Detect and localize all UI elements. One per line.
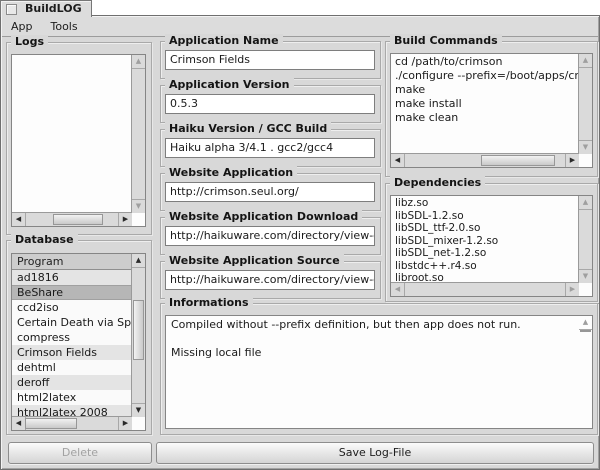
logs-list[interactable]: ▲ ▼ ◀ ▶ bbox=[11, 54, 146, 227]
application-name-input[interactable]: Crimson Fields bbox=[165, 50, 375, 70]
scrollbar-thumb[interactable] bbox=[481, 155, 554, 166]
database-list: Program ad1816 BeShare ccd2iso Certain D… bbox=[11, 253, 146, 431]
database-list-content: Program ad1816 BeShare ccd2iso Certain D… bbox=[12, 254, 132, 417]
menu-app[interactable]: App bbox=[2, 17, 42, 36]
save-log-file-button[interactable]: Save Log-File bbox=[156, 442, 594, 464]
scroll-left-icon[interactable]: ◀ bbox=[391, 283, 405, 296]
scroll-right-icon[interactable]: ▶ bbox=[565, 283, 579, 296]
build-commands-content: cd /path/to/crimson ./configure --prefix… bbox=[391, 55, 579, 154]
dependency-line: libSDL_net-1.2.so bbox=[391, 247, 579, 260]
list-item[interactable]: compress bbox=[12, 330, 132, 345]
scroll-right-icon[interactable]: ▶ bbox=[565, 154, 579, 167]
menu-tools[interactable]: Tools bbox=[42, 17, 87, 36]
build-commands-hscrollbar[interactable]: ◀ ▶ bbox=[391, 153, 579, 167]
informations-textarea[interactable]: Compiled without --prefix definition, bu… bbox=[165, 315, 593, 429]
scrollbar-thumb[interactable] bbox=[133, 300, 144, 361]
website-download-input[interactable]: http://haikuware.com/directory/view-deta… bbox=[165, 226, 375, 246]
list-item[interactable]: Certain Death via Space bbox=[12, 315, 132, 330]
database-vscrollbar[interactable]: ▲ ▼ bbox=[131, 254, 145, 417]
dependencies-vscrollbar[interactable]: ▲ ▼ bbox=[578, 196, 592, 283]
database-group-label: Database bbox=[11, 233, 78, 246]
informations-text: Compiled without --prefix definition, bu… bbox=[166, 316, 579, 428]
window-tab[interactable]: BuildLOG bbox=[0, 0, 92, 17]
build-command-line: make bbox=[391, 83, 579, 97]
scroll-left-icon[interactable]: ◀ bbox=[12, 213, 26, 226]
website-source-label: Website Application Source bbox=[165, 254, 344, 267]
website-source-input[interactable]: http://haikuware.com/directory/view-deta… bbox=[165, 270, 375, 290]
scroll-right-icon[interactable]: ▶ bbox=[118, 213, 132, 226]
close-button-icon[interactable] bbox=[6, 4, 17, 15]
scrollbar-thumb[interactable] bbox=[25, 418, 77, 429]
delete-button[interactable]: Delete bbox=[8, 442, 152, 464]
scroll-up-icon[interactable]: ▲ bbox=[132, 254, 145, 268]
dependency-line: libSDL_mixer-1.2.so bbox=[391, 235, 579, 248]
dependency-line: libstdc++.r4.so bbox=[391, 260, 579, 273]
scroll-right-icon[interactable]: ▶ bbox=[118, 417, 132, 430]
build-commands-vscrollbar[interactable]: ▲ ▼ bbox=[578, 54, 592, 154]
haiku-version-input[interactable]: Haiku alpha 3/4.1 . gcc2/gcc4 bbox=[165, 138, 375, 158]
scroll-down-icon[interactable]: ▼ bbox=[579, 140, 592, 154]
scrollbar-thumb[interactable] bbox=[580, 330, 591, 332]
build-command-line: cd /path/to/crimson bbox=[391, 55, 579, 69]
application-name-label: Application Name bbox=[165, 34, 283, 47]
logs-group-label: Logs bbox=[11, 35, 48, 48]
scroll-up-icon[interactable]: ▲ bbox=[579, 196, 592, 210]
dependency-line: libSDL-1.2.so bbox=[391, 210, 579, 223]
dependency-line: libz.so bbox=[391, 197, 579, 210]
list-item[interactable]: Crimson Fields bbox=[12, 345, 132, 360]
build-command-line: make install bbox=[391, 97, 579, 111]
build-command-line: ./configure --prefix=/boot/apps/crimson-… bbox=[391, 69, 579, 83]
scroll-left-icon[interactable]: ◀ bbox=[391, 154, 405, 167]
scroll-down-icon[interactable]: ▼ bbox=[132, 403, 145, 417]
scroll-up-icon[interactable]: ▲ bbox=[579, 54, 592, 68]
menu-bar: App Tools bbox=[2, 17, 598, 37]
scroll-down-icon[interactable]: ▼ bbox=[579, 315, 592, 316]
dependencies-textarea[interactable]: libz.so libSDL-1.2.so libSDL_ttf-2.0.so … bbox=[390, 195, 593, 297]
scroll-up-icon[interactable]: ▲ bbox=[579, 316, 592, 330]
scroll-left-icon[interactable]: ◀ bbox=[12, 417, 26, 430]
scroll-up-icon[interactable]: ▲ bbox=[132, 55, 145, 69]
website-download-label: Website Application Download bbox=[165, 210, 362, 223]
dependency-line: libSDL_ttf-2.0.so bbox=[391, 222, 579, 235]
list-item[interactable]: ccd2iso bbox=[12, 300, 132, 315]
website-application-label: Website Application bbox=[165, 166, 297, 179]
haiku-version-label: Haiku Version / GCC Build bbox=[165, 122, 331, 135]
build-commands-textarea[interactable]: cd /path/to/crimson ./configure --prefix… bbox=[390, 53, 593, 168]
build-command-line: make clean bbox=[391, 111, 579, 125]
website-application-input[interactable]: http://crimson.seul.org/ bbox=[165, 182, 375, 202]
logs-vscrollbar[interactable]: ▲ ▼ bbox=[131, 55, 145, 213]
application-version-input[interactable]: 0.5.3 bbox=[165, 94, 375, 114]
window-title: BuildLOG bbox=[25, 2, 82, 15]
list-item[interactable]: ad1816 bbox=[12, 270, 132, 285]
database-hscrollbar[interactable]: ◀ ▶ bbox=[12, 416, 132, 430]
screen: BuildLOG App Tools Logs ▲ ▼ ◀ ▶ Database… bbox=[0, 0, 600, 470]
application-version-label: Application Version bbox=[165, 78, 294, 91]
list-item[interactable]: html2latex bbox=[12, 390, 132, 405]
list-item[interactable]: deroff bbox=[12, 375, 132, 390]
dependencies-content: libz.so libSDL-1.2.so libSDL_ttf-2.0.so … bbox=[391, 197, 579, 283]
list-item[interactable]: dehtml bbox=[12, 360, 132, 375]
list-item-selected[interactable]: BeShare bbox=[12, 285, 132, 300]
dependencies-hscrollbar[interactable]: ◀ ▶ bbox=[391, 282, 579, 296]
database-column-header[interactable]: Program bbox=[12, 254, 132, 270]
scroll-down-icon[interactable]: ▼ bbox=[579, 269, 592, 283]
build-commands-label: Build Commands bbox=[390, 34, 502, 47]
scroll-down-icon[interactable]: ▼ bbox=[132, 199, 145, 213]
logs-hscrollbar[interactable]: ◀ ▶ bbox=[12, 212, 132, 226]
dependencies-label: Dependencies bbox=[390, 176, 485, 189]
informations-label: Informations bbox=[165, 296, 253, 309]
scrollbar-thumb[interactable] bbox=[53, 214, 103, 225]
